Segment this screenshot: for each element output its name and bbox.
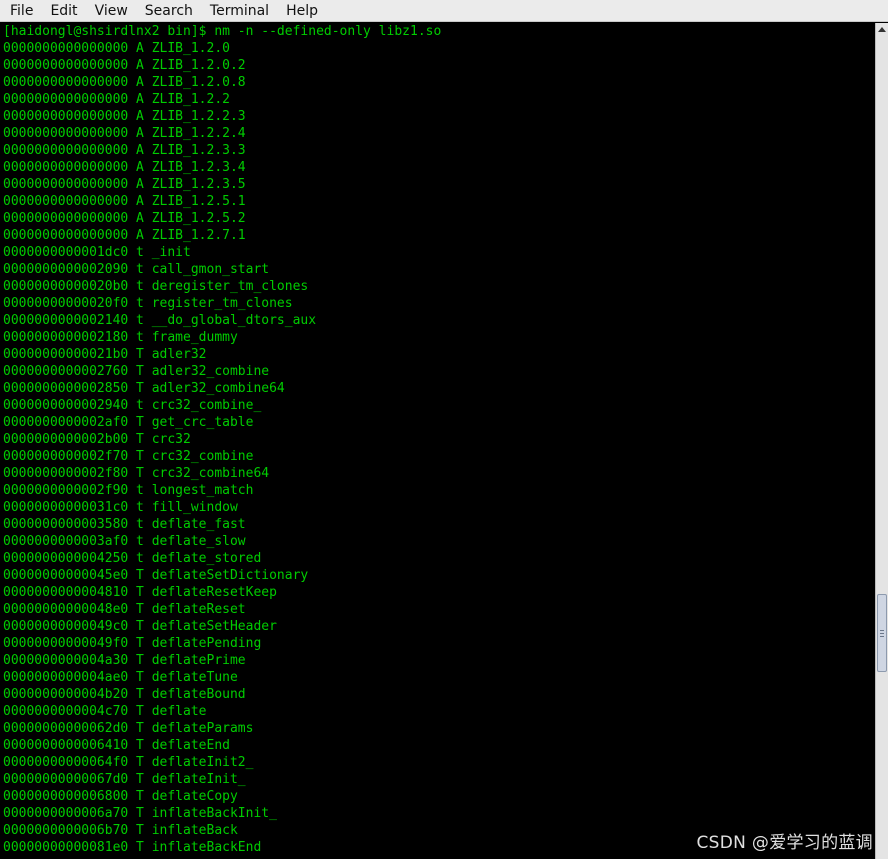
terminal-line: 0000000000002090 t call_gmon_start (3, 262, 270, 277)
terminal-line: 0000000000004a30 T deflatePrime (3, 653, 246, 668)
terminal-line: 0000000000002f70 T crc32_combine (3, 449, 254, 464)
terminal-line: 0000000000000000 A ZLIB_1.2.0.2 (3, 58, 246, 73)
terminal-line: 0000000000002760 T adler32_combine (3, 364, 270, 379)
terminal-line: 00000000000020b0 t deregister_tm_clones (3, 279, 309, 294)
terminal-line: 0000000000006800 T deflateCopy (3, 789, 238, 804)
terminal-line: 0000000000003af0 t deflate_slow (3, 534, 246, 549)
terminal-line: 0000000000002b00 T crc32 (3, 432, 191, 447)
terminal-line: 0000000000000000 A ZLIB_1.2.0 (3, 41, 230, 56)
menu-view[interactable]: View (85, 0, 135, 22)
terminal-line: 00000000000045e0 T deflateSetDictionary (3, 568, 309, 583)
shell-prompt-line: [haidongl@shsirdlnx2 bin]$ nm -n --defin… (3, 24, 442, 39)
terminal-line: 0000000000003580 t deflate_fast (3, 517, 246, 532)
menu-file[interactable]: File (0, 0, 40, 22)
terminal-line: 0000000000001dc0 t _init (3, 245, 191, 260)
terminal-line: 0000000000000000 A ZLIB_1.2.3.4 (3, 160, 246, 175)
terminal-line: 0000000000006a70 T inflateBackInit_ (3, 806, 277, 821)
menu-edit[interactable]: Edit (40, 0, 84, 22)
menu-help[interactable]: Help (276, 0, 325, 22)
terminal-line: 0000000000000000 A ZLIB_1.2.2 (3, 92, 230, 107)
terminal-line: 00000000000020f0 t register_tm_clones (3, 296, 293, 311)
terminal-line: 0000000000004c70 T deflate (3, 704, 207, 719)
terminal-line: 00000000000062d0 T deflateParams (3, 721, 254, 736)
terminal-line: 00000000000031c0 t fill_window (3, 500, 238, 515)
terminal-line: 00000000000049f0 T deflatePending (3, 636, 262, 651)
terminal-line: 0000000000000000 A ZLIB_1.2.2.3 (3, 109, 246, 124)
terminal-line: 0000000000004ae0 T deflateTune (3, 670, 238, 685)
terminal-line: 00000000000048e0 T deflateReset (3, 602, 246, 617)
grip-line (880, 636, 884, 637)
terminal-line: 0000000000000000 A ZLIB_1.2.3.5 (3, 177, 246, 192)
terminal-line: 0000000000002940 t crc32_combine_ (3, 398, 262, 413)
terminal-line: 0000000000000000 A ZLIB_1.2.3.3 (3, 143, 246, 158)
scrollbar-thumb[interactable] (877, 594, 887, 672)
terminal-line: 0000000000000000 A ZLIB_1.2.0.8 (3, 75, 246, 90)
terminal-line: 0000000000002f90 t longest_match (3, 483, 254, 498)
terminal-line: 0000000000002180 t frame_dummy (3, 330, 238, 345)
terminal-line: 0000000000000000 A ZLIB_1.2.7.1 (3, 228, 246, 243)
grip-line (880, 630, 884, 631)
vertical-scrollbar[interactable] (875, 23, 888, 859)
terminal-line: 0000000000002f80 T crc32_combine64 (3, 466, 270, 481)
terminal-line: 00000000000064f0 T deflateInit2_ (3, 755, 254, 770)
menu-terminal[interactable]: Terminal (200, 0, 276, 22)
terminal-line: 0000000000000000 A ZLIB_1.2.5.1 (3, 194, 246, 209)
menu-search[interactable]: Search (135, 0, 200, 22)
terminal-line: 0000000000004b20 T deflateBound (3, 687, 246, 702)
terminal-line: 0000000000002140 t __do_global_dtors_aux (3, 313, 317, 328)
terminal-line: 0000000000004810 T deflateResetKeep (3, 585, 277, 600)
menu-bar: File Edit View Search Terminal Help (0, 0, 888, 22)
terminal-line: 00000000000049c0 T deflateSetHeader (3, 619, 277, 634)
watermark: CSDN @爱学习的蓝调 (696, 833, 873, 853)
terminal-line: 0000000000000000 A ZLIB_1.2.2.4 (3, 126, 246, 141)
scroll-up-arrow-icon[interactable] (878, 27, 886, 32)
terminal-line: 0000000000002af0 T get_crc_table (3, 415, 254, 430)
terminal-line: 00000000000021b0 T adler32 (3, 347, 207, 362)
grip-line (880, 633, 884, 634)
terminal-line: 0000000000006410 T deflateEnd (3, 738, 230, 753)
terminal-line: 0000000000002850 T adler32_combine64 (3, 381, 285, 396)
terminal-line: 0000000000004250 t deflate_stored (3, 551, 262, 566)
terminal-line: 0000000000000000 A ZLIB_1.2.5.2 (3, 211, 246, 226)
terminal-line: 00000000000067d0 T deflateInit_ (3, 772, 246, 787)
terminal-output[interactable]: [haidongl@shsirdlnx2 bin]$ nm -n --defin… (0, 23, 875, 859)
